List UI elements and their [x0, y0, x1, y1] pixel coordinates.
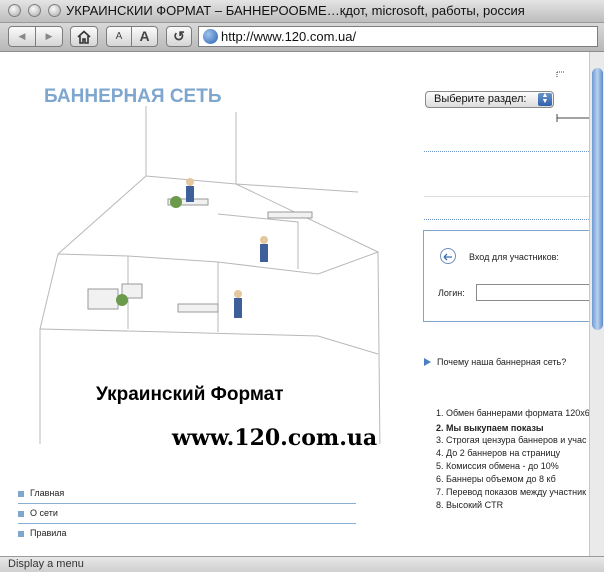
- divider: [18, 503, 356, 504]
- address-url[interactable]: http://www.120.com.ua/: [221, 29, 356, 44]
- corner-marks: [556, 71, 589, 122]
- window-title: УКРАИНСКИИ ФОРМАТ – БАННЕРООБМЕ…кдот, mi…: [66, 3, 525, 18]
- feature-item: 6. Баннеры объемом до 8 кб: [436, 474, 556, 484]
- page-content: БАННЕРНАЯ СЕТЬ Украинский Формат www.120…: [0, 52, 589, 556]
- login-input[interactable]: [476, 284, 589, 301]
- divider: [18, 523, 356, 524]
- feature-item: 5. Комиссия обмена - до 10%: [436, 461, 559, 471]
- reload-button[interactable]: ↺: [166, 26, 192, 47]
- brand-name: Украинский Формат: [96, 384, 284, 405]
- minimize-window-button[interactable]: [28, 4, 41, 17]
- status-bar: Display a menu: [0, 556, 604, 572]
- feature-item: 7. Перевод показов между участник: [436, 487, 587, 497]
- globe-icon: [203, 29, 218, 44]
- home-button[interactable]: [70, 26, 98, 47]
- nav-item-about[interactable]: О сети: [18, 506, 356, 524]
- select-arrows-icon: ▲ ▼: [538, 92, 552, 106]
- status-text: Display a menu: [8, 558, 84, 570]
- why-link[interactable]: Почему наша баннерная сеть?: [437, 357, 566, 367]
- divider: [424, 151, 589, 152]
- divider: [424, 196, 589, 197]
- close-window-button[interactable]: [8, 4, 21, 17]
- address-bar[interactable]: http://www.120.com.ua/: [198, 26, 598, 47]
- brand-url: www.120.com.ua: [172, 425, 378, 451]
- zoom-window-button[interactable]: [48, 4, 61, 17]
- vertical-scrollbar[interactable]: [589, 52, 604, 556]
- text-smaller-label: A: [115, 31, 123, 42]
- nav-label: Главная: [30, 488, 65, 498]
- login-label: Логин:: [438, 288, 465, 298]
- nav-label: О сети: [30, 508, 58, 518]
- nav-label: Правила: [30, 528, 67, 538]
- divider: [424, 219, 589, 220]
- nav-item-home[interactable]: Главная: [18, 486, 356, 504]
- reload-icon: ↺: [173, 28, 185, 44]
- forward-button[interactable]: ▶: [35, 26, 63, 47]
- browser-toolbar: ◀ ▶ A A ↺ http://www.120.com.ua/: [0, 23, 604, 52]
- feature-item: 2. Мы выкупаем показы: [436, 423, 544, 433]
- text-larger-button[interactable]: A: [131, 26, 158, 47]
- square-bullet-icon: [18, 491, 24, 497]
- login-title: Вход для участников:: [469, 252, 559, 262]
- text-smaller-button[interactable]: A: [106, 26, 132, 47]
- back-button[interactable]: ◀: [8, 26, 36, 47]
- section-select[interactable]: Выберите раздел: ▲ ▼: [425, 91, 554, 108]
- scrollbar-thumb[interactable]: [592, 68, 603, 330]
- feature-item: 1. Обмен баннерами формата 120х6: [436, 408, 589, 418]
- square-bullet-icon: [18, 531, 24, 537]
- feature-item: 4. До 2 баннеров на страницу: [436, 448, 561, 458]
- feature-item: 8. Высокий CTR: [436, 500, 504, 510]
- square-bullet-icon: [18, 511, 24, 517]
- home-icon: [77, 30, 91, 44]
- forward-arrow-icon: ▶: [45, 31, 53, 41]
- arrow-bullet-icon: [424, 358, 431, 366]
- section-select-value: Выберите раздел:: [434, 93, 527, 105]
- text-larger-label: A: [139, 28, 150, 44]
- nav-item-rules[interactable]: Правила: [18, 526, 356, 544]
- login-panel: [423, 230, 589, 322]
- back-arrow-icon: ◀: [18, 31, 26, 41]
- feature-item: 3. Строгая цензура баннеров и учас: [436, 435, 587, 445]
- enter-arrow-icon: [440, 248, 456, 264]
- window-titlebar: УКРАИНСКИИ ФОРМАТ – БАННЕРООБМЕ…кдот, mi…: [0, 0, 604, 23]
